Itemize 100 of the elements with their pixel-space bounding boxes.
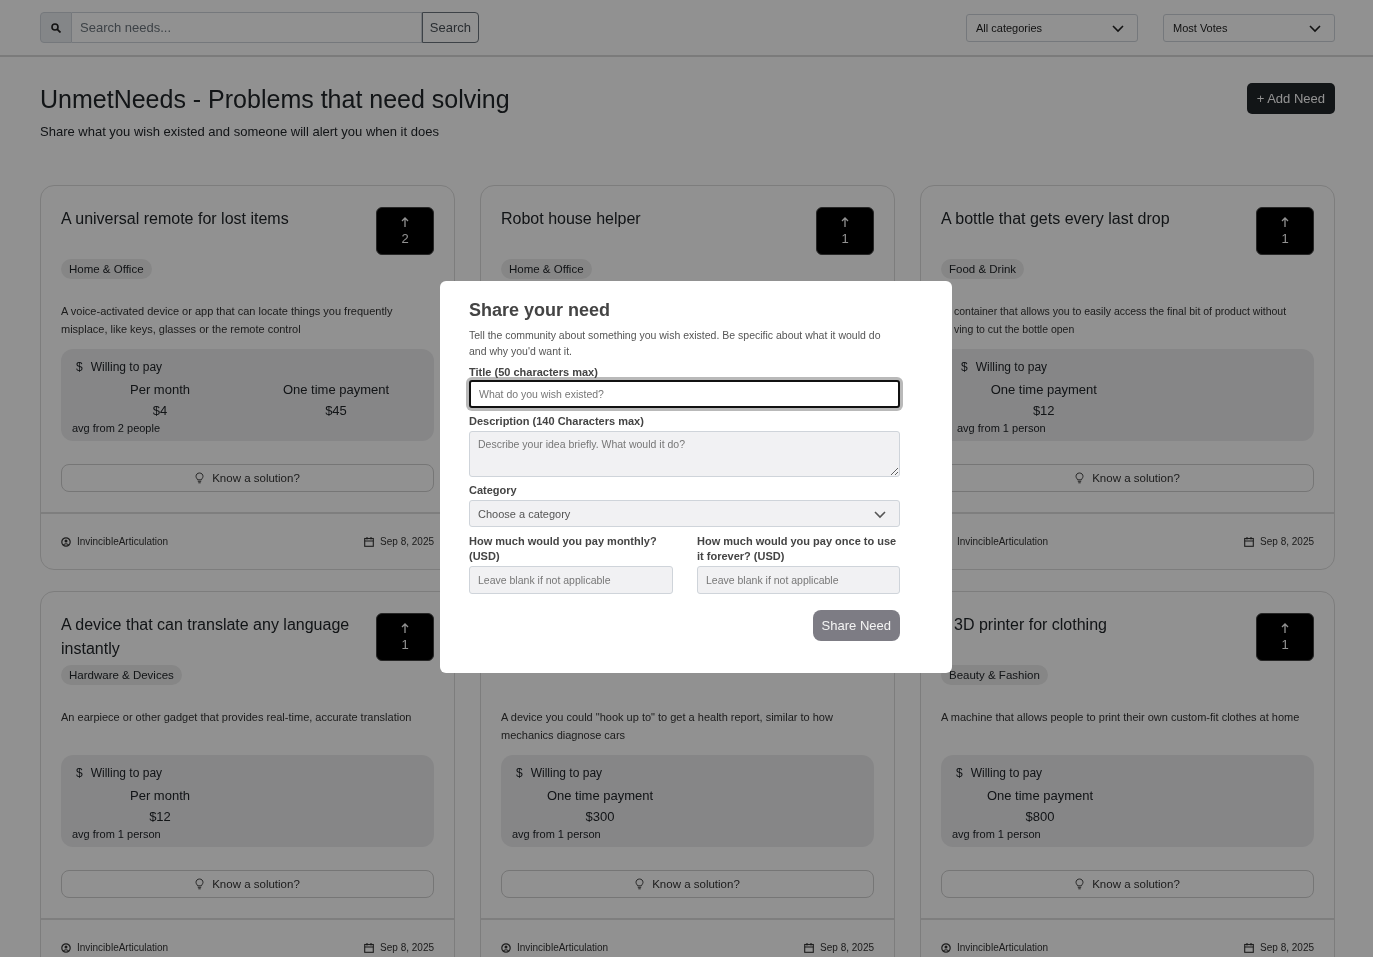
category-tag: Home & Office — [61, 259, 152, 279]
know-solution-button[interactable]: Know a solution? — [61, 870, 434, 898]
search-icon — [51, 22, 61, 33]
need-title: A universal remote for lost items — [61, 209, 290, 229]
need-description: An earpiece or other gadget that provides real-time, accurate translation — [61, 710, 413, 725]
dollar-sign: $ — [516, 766, 523, 780]
need-title: Robot house helper — [501, 209, 642, 229]
category-dropdown[interactable]: Choose a category — [469, 500, 900, 527]
upvote-button[interactable]: 1 — [1256, 207, 1314, 255]
need-title: A bottle that gets every last drop — [941, 209, 1171, 229]
lightbulb-icon — [635, 878, 645, 890]
post-date: Sep 8, 2025 — [380, 536, 434, 547]
payment-type: One time payment — [985, 787, 1095, 805]
payment-note: avg from 2 people — [72, 421, 162, 435]
upvote-button[interactable]: 2 — [376, 207, 434, 255]
author-name: InvincibleArticulation — [957, 942, 1049, 953]
dollar-sign: $ — [76, 766, 83, 780]
pay-heading: Willing to pay — [90, 766, 163, 780]
payment-type: One time payment — [281, 381, 391, 399]
category-tag: Food & Drink — [941, 259, 1025, 279]
need-description: A machine that allows people to print their own custom-fit clothes at home — [941, 710, 1301, 725]
filter-dropdown[interactable]: All categories — [966, 13, 1138, 42]
pay-heading: Willing to pay — [975, 360, 1048, 374]
user-circle-icon — [61, 942, 71, 953]
price-field[interactable]: Leave blank if not applicable — [469, 566, 673, 594]
description-field[interactable]: Describe your idea briefly. What would it do? — [469, 431, 900, 477]
lightbulb-icon — [1075, 878, 1085, 890]
pay-heading: Willing to pay — [970, 766, 1043, 780]
field-label: Description (140 Characters max) — [469, 414, 645, 429]
need-title: 3D printer for clothing — [953, 615, 1108, 635]
category-tag: Hardware & Devices — [61, 665, 182, 685]
add-need-button[interactable]: + Add Need — [1246, 83, 1335, 114]
payment-amount: $12 — [148, 808, 172, 826]
dialog-title: Share your need — [469, 300, 612, 321]
post-date: Sep 8, 2025 — [820, 942, 874, 953]
upvote-button[interactable]: 1 — [816, 207, 874, 255]
know-solution-button[interactable]: Know a solution? — [61, 464, 434, 492]
page-title: UnmetNeeds - Problems that need solving — [40, 85, 510, 114]
user-circle-icon — [501, 942, 511, 953]
search-button[interactable]: Search — [421, 12, 479, 43]
field-label: How much would you pay monthly? (USD) — [469, 534, 658, 564]
author-name: InvincibleArticulation — [77, 942, 169, 953]
payment-amount: $12 — [1031, 402, 1056, 420]
lightbulb-icon — [195, 878, 205, 890]
field-label: Category — [469, 483, 518, 498]
payment-type: One time payment — [989, 381, 1098, 399]
know-solution-button[interactable]: Know a solution? — [501, 870, 874, 898]
title-field[interactable]: What do you wish existed? — [469, 380, 900, 408]
field-label: How much would you pay once to use it forever? (USD) — [697, 534, 898, 564]
dollar-sign: $ — [76, 360, 83, 374]
need-description: A device you could "hook up to" to get a health report, similar to how mechanics diagnose cars — [501, 710, 834, 743]
dialog-intro: Tell the community about something you wish existed. Be specific about what it would do and why you'd want it. — [469, 328, 882, 359]
payment-type: Per month — [129, 787, 191, 805]
post-date: Sep 8, 2025 — [1260, 942, 1314, 953]
payment-amount: $4 — [151, 402, 169, 420]
calendar-icon — [1244, 942, 1255, 953]
upvote-button[interactable]: 1 — [1256, 613, 1314, 661]
arrow-up-icon — [841, 216, 849, 227]
category-tag: Beauty & Fashion — [941, 665, 1048, 685]
calendar-icon — [1244, 536, 1255, 547]
payment-note: avg from 1 person — [957, 421, 1047, 435]
upvote-button[interactable]: 1 — [376, 613, 434, 661]
filter-dropdown[interactable]: Most Votes — [1163, 13, 1335, 42]
field-label: Title (50 characters max) — [469, 365, 599, 380]
post-date: Sep 8, 2025 — [1260, 536, 1314, 547]
payment-type: One time payment — [545, 787, 655, 805]
payment-type: Per month — [129, 381, 191, 399]
pay-heading: Willing to pay — [90, 360, 163, 374]
arrow-up-icon — [401, 216, 409, 227]
calendar-icon — [364, 942, 375, 953]
category-tag: Home & Office — [501, 259, 592, 279]
payment-note: avg from 1 person — [952, 827, 1042, 841]
author-name: InvincibleArticulation — [517, 942, 609, 953]
author-name: InvincibleArticulation — [957, 536, 1049, 547]
page-subtitle: Share what you wish existed and someone will alert you when it does — [40, 124, 440, 139]
calendar-icon — [364, 536, 375, 547]
price-field[interactable]: Leave blank if not applicable — [697, 566, 900, 594]
payment-amount: $800 — [1024, 808, 1056, 826]
need-description: A voice-activated device or app that can locate things you frequently misplace, like keys, glasses or the remote control — [61, 304, 394, 337]
payment-amount: $300 — [584, 808, 616, 826]
payment-note: avg from 1 person — [72, 827, 162, 841]
arrow-up-icon — [1281, 216, 1289, 227]
dollar-sign: $ — [956, 766, 963, 780]
arrow-up-icon — [401, 622, 409, 633]
dollar-sign: $ — [961, 360, 968, 374]
need-title: A device that can translate any language instantly — [61, 615, 351, 659]
need-description: container that allows you to easily access the final bit of product without ving to cut the bottle open — [953, 304, 1288, 337]
pay-heading: Willing to pay — [530, 766, 603, 780]
user-circle-icon — [941, 942, 951, 953]
post-date: Sep 8, 2025 — [380, 942, 434, 953]
know-solution-button[interactable]: Know a solution? — [941, 870, 1314, 898]
arrow-up-icon — [1281, 622, 1289, 633]
search-field[interactable]: Search needs... — [72, 12, 422, 43]
lightbulb-icon — [1075, 472, 1085, 484]
author-name: InvincibleArticulation — [77, 536, 169, 547]
payment-amount: $45 — [324, 402, 348, 420]
lightbulb-icon — [195, 472, 205, 484]
calendar-icon — [804, 942, 815, 953]
payment-note: avg from 1 person — [512, 827, 602, 841]
user-circle-icon — [61, 536, 71, 547]
